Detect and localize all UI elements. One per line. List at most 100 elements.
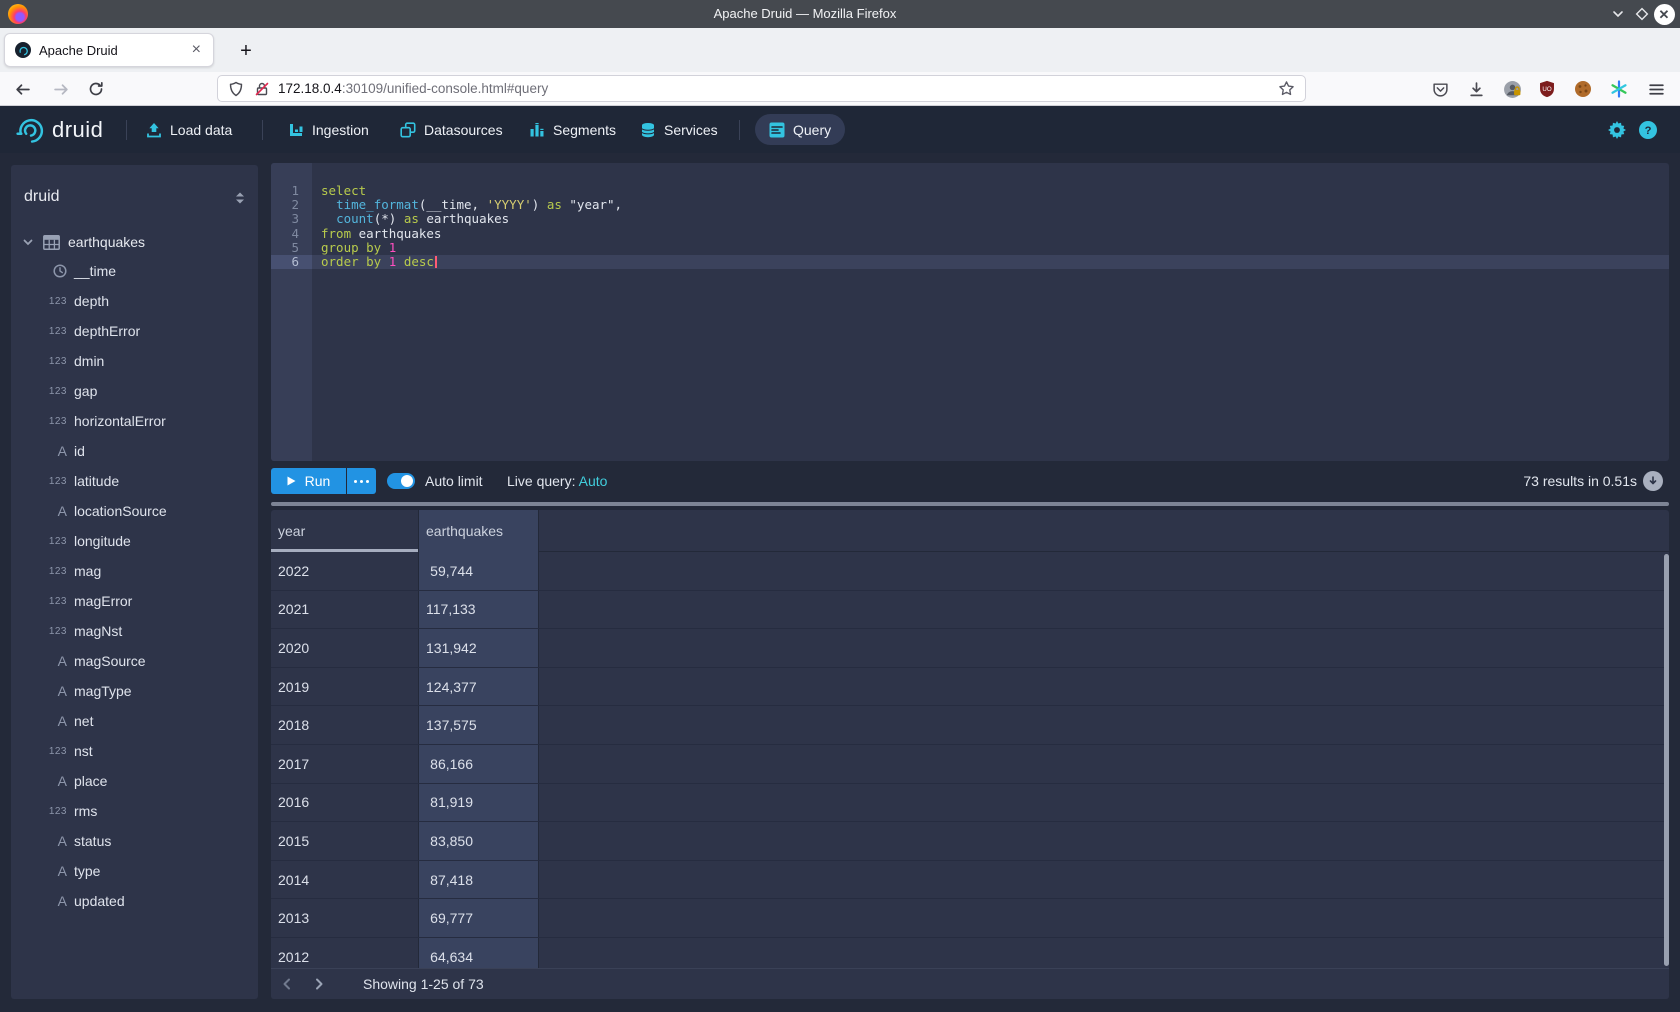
nav-item-load-data[interactable]: Load data (146, 106, 232, 153)
column-header-year[interactable]: year (271, 510, 419, 552)
nav-item-query[interactable]: Query (755, 114, 845, 145)
menu-button[interactable] (1644, 77, 1668, 101)
table-row-2013[interactable]: 201369,777 (271, 899, 1669, 938)
table-row-2015[interactable]: 201583,850 (271, 822, 1669, 861)
cell-earthquakes[interactable]: 124,377 (419, 668, 539, 706)
url-bar[interactable]: 172.18.0.4:30109/unified-console.html#qu… (217, 75, 1306, 102)
insecure-lock-icon[interactable] (254, 81, 270, 97)
chevron-down-icon[interactable] (22, 236, 34, 248)
table-row-2021[interactable]: 2021117,133 (271, 591, 1669, 630)
sidebar-column-magSource[interactable]: AmagSource (11, 646, 258, 676)
sort-columns-button[interactable] (234, 191, 246, 205)
download-results-button[interactable] (1643, 471, 1663, 491)
window-minimize-button[interactable] (1606, 0, 1630, 28)
table-row-2018[interactable]: 2018137,575 (271, 706, 1669, 745)
extension-button[interactable] (1500, 77, 1524, 101)
cell-year[interactable]: 2014 (271, 861, 419, 899)
load-data-icon (146, 122, 162, 138)
sidebar-column-type[interactable]: Atype (11, 856, 258, 886)
run-button[interactable]: Run (271, 468, 346, 494)
cell-earthquakes[interactable]: 69,777 (419, 899, 539, 937)
window-close-button[interactable]: ✕ (1652, 0, 1676, 28)
cell-year[interactable]: 2020 (271, 629, 419, 667)
nav-item-datasources[interactable]: Datasources (400, 106, 503, 153)
sidebar-column-updated[interactable]: Aupdated (11, 886, 258, 916)
sql-editor[interactable]: 1select2 time_format(__time, 'YYYY') as … (271, 163, 1669, 461)
nav-item-services[interactable]: Services (640, 106, 718, 153)
toggle-knob (401, 475, 413, 487)
table-row-2022[interactable]: 202259,744 (271, 552, 1669, 591)
sidebar-column-nst[interactable]: 123nst (11, 736, 258, 766)
cell-year[interactable]: 2018 (271, 706, 419, 744)
forward-button[interactable] (49, 77, 73, 101)
sidebar-column-rms[interactable]: 123rms (11, 796, 258, 826)
tracking-shield-icon[interactable] (228, 81, 244, 97)
browser-toolbar: 172.18.0.4:30109/unified-console.html#qu… (0, 72, 1680, 106)
settings-button[interactable] (1607, 120, 1627, 140)
cell-year[interactable]: 2019 (271, 668, 419, 706)
table-row-2014[interactable]: 201487,418 (271, 861, 1669, 900)
sidebar-column-net[interactable]: Anet (11, 706, 258, 736)
sidebar-column-latitude[interactable]: 123latitude (11, 466, 258, 496)
sidebar-column-gap[interactable]: 123gap (11, 376, 258, 406)
sidebar-column-locationSource[interactable]: AlocationSource (11, 496, 258, 526)
cell-earthquakes[interactable]: 87,418 (419, 861, 539, 899)
nav-item-segments[interactable]: Segments (529, 106, 616, 153)
nav-item-ingestion[interactable]: Ingestion (288, 106, 369, 153)
downloads-button[interactable] (1464, 77, 1488, 101)
sidebar-column-horizontalError[interactable]: 123horizontalError (11, 406, 258, 436)
cell-year[interactable]: 2022 (271, 552, 419, 590)
cookie-extension-button[interactable] (1571, 77, 1595, 101)
editor-results-splitter[interactable] (271, 502, 1669, 506)
cell-earthquakes[interactable]: 131,942 (419, 629, 539, 667)
cell-earthquakes[interactable]: 137,575 (419, 706, 539, 744)
sidebar-column-depth[interactable]: 123depth (11, 286, 258, 316)
cell-earthquakes[interactable]: 81,919 (419, 784, 539, 822)
reload-button[interactable] (84, 77, 108, 101)
sidebar-column-__time[interactable]: __time (11, 256, 258, 286)
cell-year[interactable]: 2016 (271, 784, 419, 822)
numeric-type-icon: 123 (33, 626, 67, 637)
cell-earthquakes[interactable]: 117,133 (419, 591, 539, 629)
tab-close-icon[interactable]: × (190, 42, 203, 58)
sidebar-column-longitude[interactable]: 123longitude (11, 526, 258, 556)
next-page-button[interactable] (307, 972, 331, 996)
sidebar-column-magError[interactable]: 123magError (11, 586, 258, 616)
browser-tab[interactable]: Apache Druid × (4, 33, 214, 67)
sidebar-column-magNst[interactable]: 123magNst (11, 616, 258, 646)
table-row-2020[interactable]: 2020131,942 (271, 629, 1669, 668)
table-row-2019[interactable]: 2019124,377 (271, 668, 1669, 707)
back-button[interactable] (10, 77, 34, 101)
sidebar-column-id[interactable]: Aid (11, 436, 258, 466)
pocket-button[interactable] (1428, 77, 1452, 101)
sidebar-table-earthquakes[interactable]: earthquakes (11, 228, 258, 256)
sidebar-column-status[interactable]: Astatus (11, 826, 258, 856)
cell-earthquakes[interactable]: 86,166 (419, 745, 539, 783)
ublock-button[interactable]: UO (1535, 77, 1559, 101)
sidebar-column-dmin[interactable]: 123dmin (11, 346, 258, 376)
auto-limit-toggle[interactable] (387, 473, 415, 489)
bookmark-star-icon[interactable] (1278, 80, 1295, 97)
cell-earthquakes[interactable]: 83,850 (419, 822, 539, 860)
live-query-value[interactable]: Auto (579, 473, 608, 489)
cell-year[interactable]: 2021 (271, 591, 419, 629)
table-row-2016[interactable]: 201681,919 (271, 784, 1669, 823)
window-maximize-button[interactable] (1630, 0, 1654, 28)
results-scrollbar[interactable] (1664, 554, 1669, 966)
cell-earthquakes[interactable]: 59,744 (419, 552, 539, 590)
sidebar-column-depthError[interactable]: 123depthError (11, 316, 258, 346)
help-button[interactable]: ? (1638, 120, 1658, 140)
new-tab-button[interactable]: + (232, 37, 260, 65)
cell-year[interactable]: 2013 (271, 899, 419, 937)
sidebar-column-magType[interactable]: AmagType (11, 676, 258, 706)
previous-page-button[interactable] (275, 972, 299, 996)
sidebar-column-place[interactable]: Aplace (11, 766, 258, 796)
container-extension-button[interactable] (1607, 77, 1631, 101)
cell-year[interactable]: 2015 (271, 822, 419, 860)
table-row-2017[interactable]: 201786,166 (271, 745, 1669, 784)
druid-brand[interactable]: druid (16, 106, 103, 153)
column-header-earthquakes[interactable]: earthquakes (419, 510, 539, 552)
sidebar-column-mag[interactable]: 123mag (11, 556, 258, 586)
run-more-options-button[interactable] (347, 468, 376, 494)
cell-year[interactable]: 2017 (271, 745, 419, 783)
